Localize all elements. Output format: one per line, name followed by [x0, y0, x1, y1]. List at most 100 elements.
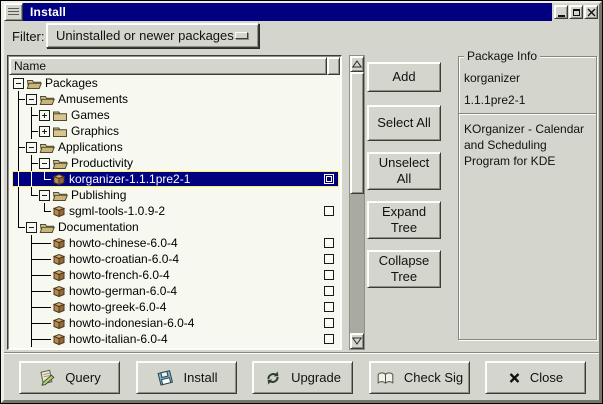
package-checkbox[interactable] [324, 254, 334, 264]
filter-dropdown[interactable]: Uninstalled or newer packages [46, 23, 259, 48]
package-checkbox[interactable] [324, 238, 334, 248]
name-column-header[interactable]: Name [9, 57, 327, 75]
tree-connector [12, 331, 25, 347]
bottom-button-label: Upgrade [291, 370, 341, 385]
tree-row-label: howto-french-6.0-4 [69, 268, 170, 282]
tree-row[interactable]: howto-greek-6.0-4 [12, 299, 339, 315]
tree-row-label: korganizer-1.1.1pre2-1 [69, 172, 190, 186]
package-icon [52, 317, 66, 330]
tree-row-label: howto-chinese-6.0-4 [69, 236, 178, 250]
collapse-tree-button[interactable]: Collapse Tree [367, 250, 441, 288]
maximize-button[interactable] [569, 5, 583, 19]
tree-row[interactable]: howto-german-6.0-4 [12, 283, 339, 299]
collapse-minus-icon[interactable] [39, 158, 50, 169]
action-button-label: Expand Tree [372, 204, 436, 236]
tree-connector [12, 203, 25, 219]
scroll-up-button[interactable] [350, 56, 364, 72]
add-button[interactable]: Add [367, 62, 441, 92]
collapse-minus-icon[interactable] [39, 190, 50, 201]
checkbox-column-header[interactable] [327, 57, 340, 75]
tree-row[interactable]: Games [12, 107, 339, 123]
titlebar-title-area[interactable]: Install [23, 3, 552, 21]
arrow-up-icon [352, 60, 362, 68]
package-icon [52, 173, 66, 186]
tree-row-label: howto-greek-6.0-4 [69, 300, 166, 314]
close-button[interactable]: Close [485, 361, 586, 394]
package-info-separator [459, 113, 596, 115]
close-window-button[interactable] [584, 5, 598, 19]
package-checkbox[interactable] [324, 270, 334, 280]
tree-row[interactable]: sgml-tools-1.0.9-2 [12, 203, 339, 219]
tree-connector [25, 235, 38, 251]
tree-row[interactable]: Applications [12, 139, 339, 155]
tree-connector [12, 315, 25, 331]
checksig-icon [376, 370, 395, 386]
package-checkbox[interactable] [324, 334, 334, 344]
tree-row[interactable]: howto-french-6.0-4 [12, 267, 339, 283]
tree-row-label: Games [71, 108, 110, 122]
package-checkbox[interactable] [324, 174, 334, 184]
expand-tree-button[interactable]: Expand Tree [367, 201, 441, 239]
package-info-panel: Package Info korganizer 1.1.1pre2-1 KOrg… [458, 56, 597, 340]
upgrade-button[interactable]: Upgrade [252, 361, 353, 394]
package-name: korganizer [464, 71, 591, 85]
tree-row[interactable]: howto-italian-6.0-4 [12, 331, 339, 347]
tree-connector [25, 107, 38, 123]
tree-connector [38, 171, 51, 187]
query-button[interactable]: Query [19, 361, 120, 394]
close-icon [587, 8, 596, 17]
select-all-button[interactable]: Select All [367, 105, 441, 141]
tree-row-label: howto-german-6.0-4 [69, 284, 177, 298]
tree-row-label: Documentation [58, 220, 139, 234]
expand-plus-icon[interactable] [39, 110, 50, 121]
scroll-down-button[interactable] [350, 333, 364, 349]
collapse-minus-icon[interactable] [26, 94, 37, 105]
tree-scrollbar[interactable] [349, 55, 365, 350]
scrollbar-thumb[interactable] [350, 72, 364, 194]
package-checkbox[interactable] [324, 302, 334, 312]
package-checkbox[interactable] [324, 286, 334, 296]
minimize-button[interactable] [554, 5, 568, 19]
collapse-minus-icon[interactable] [26, 222, 37, 233]
package-checkbox[interactable] [324, 206, 334, 216]
package-icon [52, 237, 66, 250]
window-menu-button[interactable] [4, 3, 23, 21]
check-sig-button[interactable]: Check Sig [369, 361, 470, 394]
tree-row[interactable]: Documentation [12, 219, 339, 235]
bottom-button-label: Query [65, 370, 100, 385]
unselect-all-button[interactable]: Unselect All [367, 152, 441, 190]
tree-connector [38, 299, 51, 315]
window-title: Install [30, 5, 66, 19]
tree-row-label: howto-italian-6.0-4 [69, 332, 168, 346]
tree-connector [12, 187, 25, 203]
install-button[interactable]: Install [136, 361, 237, 394]
tree-connector [25, 299, 38, 315]
tree-row[interactable]: howto-indonesian-6.0-4 [12, 315, 339, 331]
collapse-minus-icon[interactable] [26, 142, 37, 153]
tree-row[interactable]: howto-chinese-6.0-4 [12, 235, 339, 251]
collapse-minus-icon[interactable] [13, 78, 24, 89]
tree-row[interactable]: howto-croatian-6.0-4 [12, 251, 339, 267]
tree-connector [12, 107, 25, 123]
tree-connector [12, 267, 25, 283]
tree-connector [38, 251, 51, 267]
tree-row[interactable]: Graphics [12, 123, 339, 139]
menu-icon [8, 8, 19, 17]
tree-row[interactable]: Publishing [12, 187, 339, 203]
tree-row[interactable]: Packages [12, 75, 339, 91]
expand-plus-icon[interactable] [39, 126, 50, 137]
tree-row[interactable]: korganizer-1.1.1pre2-1 [12, 171, 339, 187]
tree-connector [12, 155, 25, 171]
tree-connector [12, 299, 25, 315]
tree-row-label: Graphics [71, 124, 119, 138]
package-checkbox[interactable] [324, 318, 334, 328]
tree-row-label: Amusements [58, 92, 128, 106]
tree-connector [25, 283, 38, 299]
tree-connector [38, 235, 51, 251]
action-button-label: Collapse Tree [372, 253, 436, 285]
folder-icon [52, 109, 68, 122]
tree-row[interactable]: Amusements [12, 91, 339, 107]
tree-row[interactable]: Productivity [12, 155, 339, 171]
package-description: KOrganizer - Calendar and Scheduling Pro… [464, 121, 591, 169]
folder-icon [26, 77, 42, 90]
